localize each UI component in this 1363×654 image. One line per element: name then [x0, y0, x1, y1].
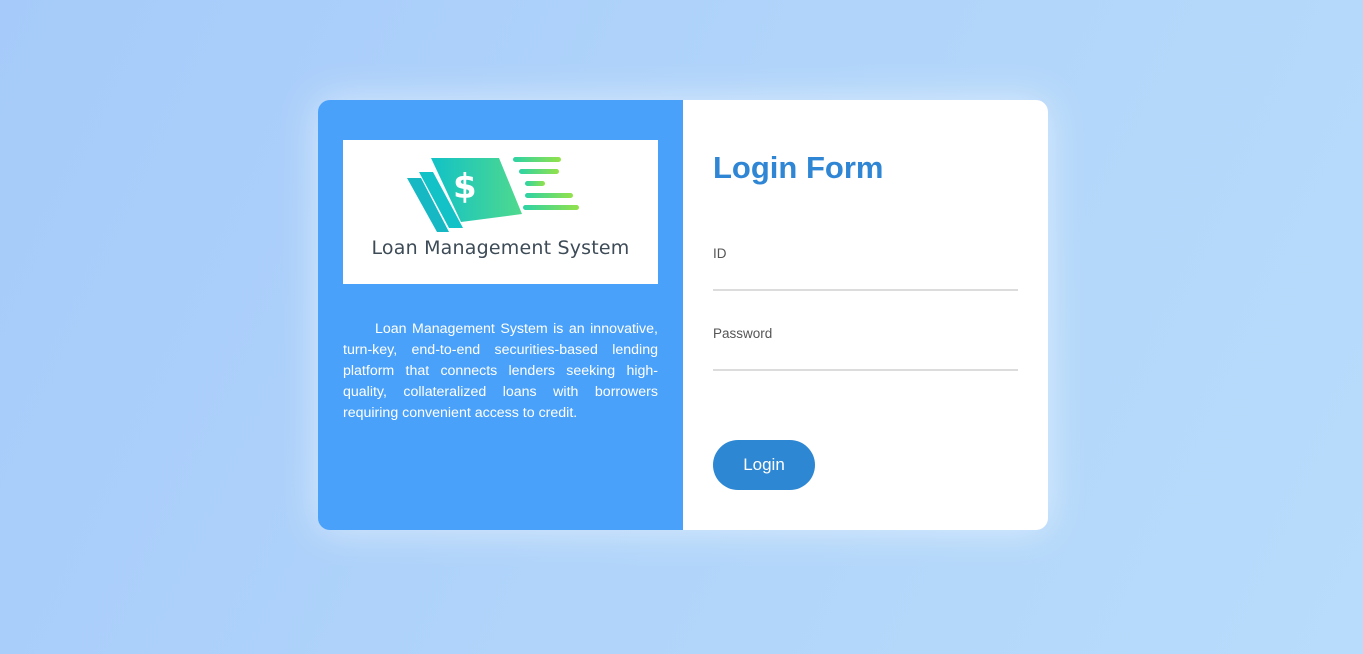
- login-button[interactable]: Login: [713, 440, 815, 490]
- login-panel: Login Form ID Password Login: [683, 100, 1048, 530]
- page-title: Login Form: [713, 150, 884, 185]
- password-label: Password: [713, 326, 773, 341]
- password-field-group: Password: [713, 326, 1018, 371]
- svg-text:$: $: [453, 167, 477, 207]
- system-description: Loan Management System is an innovative,…: [343, 321, 658, 421]
- password-input[interactable]: [713, 347, 1018, 371]
- money-logo-icon: $: [407, 157, 579, 232]
- id-input[interactable]: [713, 267, 1018, 291]
- brand-panel: $ Loan Management System Loan Management…: [318, 100, 683, 530]
- id-label: ID: [713, 246, 727, 261]
- logo: $ Loan Management System: [343, 140, 658, 284]
- id-field-group: ID: [713, 246, 1018, 291]
- logo-text: Loan Management System: [371, 237, 630, 259]
- login-card: $ Loan Management System Loan Management…: [318, 100, 1048, 530]
